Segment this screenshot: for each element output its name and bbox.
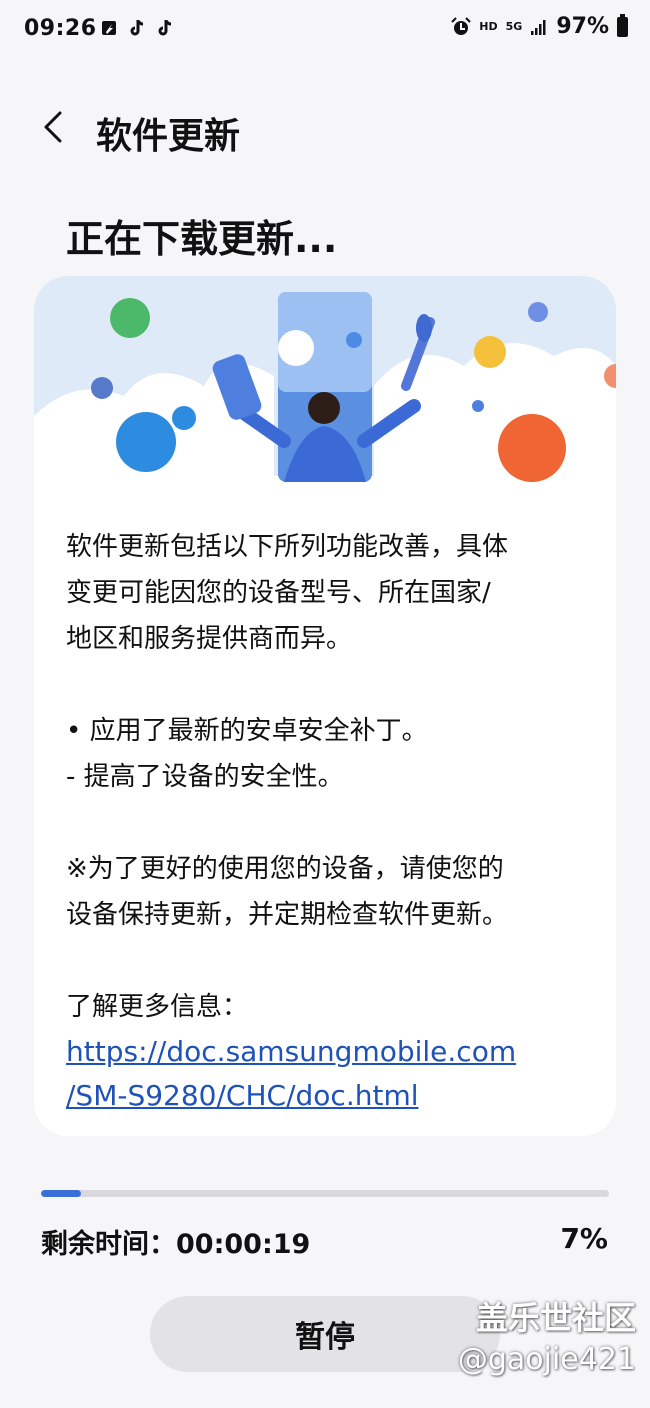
- battery-percent: 97%: [556, 14, 609, 39]
- sub-bullet-security: - 提高了设备的安全性。: [66, 762, 344, 792]
- release-notes: 软件更新包括以下所列功能改善，具体 变更可能因您的设备型号、所在国家/ 地区和服…: [66, 524, 596, 1118]
- download-progress-fill: [41, 1190, 81, 1197]
- battery-icon: [617, 13, 628, 37]
- intro-line-3: 地区和服务提供商而异。: [66, 624, 353, 654]
- tiktok-notification-icon-2: [158, 20, 172, 36]
- status-bar: 09:26 HD 5G 97%: [0, 0, 650, 62]
- page-title: 软件更新: [96, 116, 241, 157]
- update-illustration: [34, 276, 616, 500]
- note-line-1: ※为了更好的使用您的设备，请使您的: [66, 854, 504, 884]
- app-header: 软件更新: [0, 95, 650, 165]
- remaining-time: 剩余时间：00:00:19: [41, 1222, 310, 1261]
- watermark-user: @gaojie421: [457, 1342, 636, 1377]
- alarm-icon: [451, 16, 472, 35]
- signal-icon: [531, 19, 546, 35]
- intro-line-2: 变更可能因您的设备型号、所在国家/: [66, 578, 491, 608]
- intro-line-1: 软件更新包括以下所列功能改善，具体: [66, 532, 509, 562]
- download-status-heading: 正在下载更新...: [66, 217, 338, 261]
- remaining-label: 剩余时间：: [41, 1229, 176, 1260]
- bullet-security-patch: • 应用了最新的安卓安全补丁。: [66, 716, 428, 746]
- notification-icons: [100, 18, 174, 38]
- system-status-icons: HD 5G 97%: [451, 13, 628, 39]
- pause-button[interactable]: 暂停: [150, 1296, 500, 1372]
- doc-link-line-2[interactable]: /SM-S9280/CHC/doc.html: [66, 1074, 596, 1118]
- watermark-brand: 盖乐世社区: [475, 1299, 636, 1337]
- remaining-value: 00:00:19: [176, 1229, 311, 1260]
- community-watermark: 盖乐世社区 @gaojie421: [458, 1298, 636, 1382]
- note-line-2: 设备保持更新，并定期检查软件更新。: [66, 900, 509, 930]
- hd-indicator: HD: [479, 20, 498, 33]
- doc-link-line-1[interactable]: https://doc.samsungmobile.com: [66, 1030, 596, 1074]
- app-notification-icon: [102, 21, 116, 35]
- progress-percent: 7%: [560, 1222, 608, 1255]
- chevron-left-icon[interactable]: [36, 109, 72, 145]
- status-time: 09:26: [24, 16, 97, 41]
- 5g-indicator: 5G: [505, 20, 523, 33]
- tiktok-notification-icon: [130, 20, 144, 36]
- more-info-label: 了解更多信息：: [66, 992, 249, 1022]
- update-info-card: 软件更新包括以下所列功能改善，具体 变更可能因您的设备型号、所在国家/ 地区和服…: [34, 276, 616, 1136]
- download-progress-bar: [41, 1190, 609, 1197]
